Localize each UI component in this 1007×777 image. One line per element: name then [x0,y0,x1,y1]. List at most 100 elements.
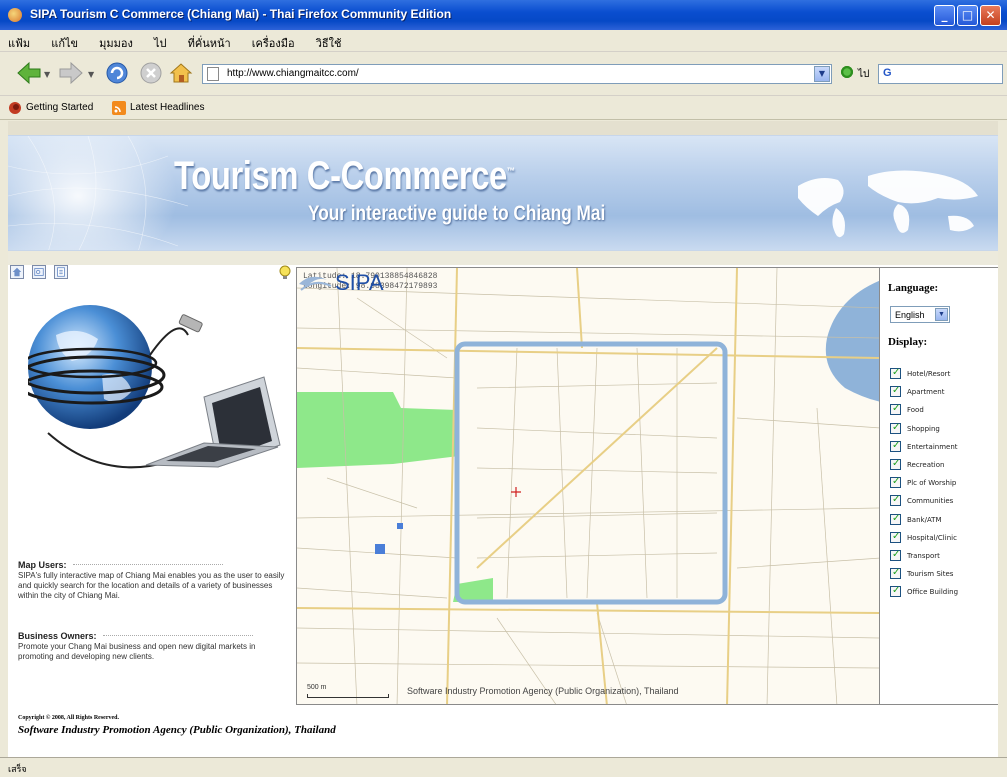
svg-text:SIPA: SIPA [335,270,384,295]
map-copyright: Software Industry Promotion Agency (Publ… [407,686,679,696]
category-label: Apartment [907,388,945,397]
category-label: Entertainment [907,442,958,451]
category-checkbox[interactable] [890,476,901,489]
category-label: Plc of Worship [907,479,957,488]
home-tool-icon[interactable] [10,265,24,279]
language-label: Language: [888,282,939,294]
category-checkbox[interactable] [890,403,901,416]
menu-go[interactable]: ไป [146,30,175,52]
page-content: Tourism C-Commerce™ Your interactive gui… [8,121,1006,757]
display-label: Display: [888,336,928,348]
category-label: Food [907,406,924,415]
site-banner: Tourism C-Commerce™ Your interactive gui… [8,135,1006,251]
business-owners-text: Promote your Chang Mai business and open… [18,642,256,661]
stop-icon[interactable] [138,60,164,86]
title-bar: SIPA Tourism C Commerce (Chiang Mai) - T… [0,0,1007,30]
category-checkbox[interactable] [890,367,901,379]
category-checkbox[interactable] [890,385,901,398]
home-icon[interactable] [168,60,194,86]
category-checkbox[interactable] [890,458,901,470]
window-title: SIPA Tourism C Commerce (Chiang Mai) - T… [30,7,452,21]
bookmark-getting-started[interactable]: Getting Started [26,102,93,113]
city-moat [454,341,728,605]
language-value: English [895,310,925,320]
bookmarks-toolbar: Getting Started Latest Headlines [0,96,1007,120]
reload-icon[interactable] [104,60,130,86]
url-text[interactable]: http://www.chiangmaitcc.com/ [227,68,359,79]
close-button[interactable]: ✕ [980,5,1001,26]
back-arrow-icon[interactable] [16,60,42,86]
category-checkbox[interactable] [890,531,901,543]
category-label: Communities [907,497,954,506]
back-dropdown-icon[interactable]: ▼ [44,70,50,79]
category-checkbox[interactable] [890,513,901,525]
page-edge [998,121,1007,757]
menu-help[interactable]: วิธีใช้ [308,30,350,52]
category-label: Bank/ATM [907,515,942,524]
map-users-heading: Map Users: [18,560,223,570]
menu-view[interactable]: มุมมอง [91,30,141,52]
url-dropdown-icon[interactable]: ▼ [814,66,830,82]
language-select[interactable]: English ▼ [890,306,950,323]
business-owners-heading: Business Owners: [18,631,253,641]
menu-edit[interactable]: แก้ไข [43,30,86,52]
map-scale: 500 m [307,684,389,698]
river [825,280,879,402]
status-text: เสร็จ [8,764,27,774]
firefox-icon [8,8,22,22]
water-spot [397,523,403,529]
category-label: Transport [907,552,940,560]
menu-file[interactable]: แฟ้ม [0,30,38,52]
page-icon [207,67,219,81]
browser-window: SIPA Tourism C Commerce (Chiang Mai) - T… [0,0,1007,777]
rss-icon [112,101,126,115]
park-area [297,392,459,468]
firefox-bookmark-icon [9,102,21,114]
category-checkbox[interactable] [890,567,901,580]
world-map-graphic [798,170,978,238]
left-panel: Map Users: SIPA's fully interactive map … [8,265,296,705]
footer-org: Software Industry Promotion Agency (Publ… [18,724,336,736]
interactive-map[interactable]: Latitude: 18.790138854846828 Longitude: … [296,267,880,705]
menu-bar: แฟ้ม แก้ไข มุมมอง ไป ที่คั่นหน้า เครื่อง… [0,30,1007,52]
menu-bookmarks[interactable]: ที่คั่นหน้า [180,30,239,52]
category-checkbox[interactable] [890,549,901,561]
category-label: Recreation [907,461,945,469]
banner-bottom-strip [8,251,1006,265]
forward-dropdown-icon[interactable]: ▼ [88,70,94,79]
category-checkbox[interactable] [890,494,901,507]
map-users-text: SIPA's fully interactive map of Chiang M… [18,571,285,600]
bookmark-latest-headlines[interactable]: Latest Headlines [130,102,205,113]
map-center-marker [511,487,521,497]
category-label: Hotel/Resort [907,370,951,378]
category-label: Tourism Sites [907,570,954,579]
banner-subtitle: Your interactive guide to Chiang Mai [308,202,606,225]
category-checkbox[interactable] [890,422,901,434]
status-bar: เสร็จ [0,757,1007,777]
globe-laptop-illustration [28,305,281,469]
category-checkbox[interactable] [890,440,901,452]
sipa-logo: SIPA [299,270,384,295]
top-strip [8,121,1006,135]
search-input[interactable]: G [878,64,1003,84]
minimize-button[interactable]: _ [934,5,955,26]
document-tool-icon[interactable] [54,265,68,279]
right-panel: Language: English ▼ Display: Hotel/Resor… [880,267,1006,705]
url-bar[interactable]: http://www.chiangmaitcc.com/ ▼ [202,64,832,84]
footer-copyright: Copyright © 2008, All Rights Reserved. [18,715,119,721]
category-label: Hospital/Clinic [907,533,957,542]
category-label: Office Building [907,588,959,597]
menu-tools[interactable]: เครื่องมือ [244,30,303,52]
map-canvas[interactable] [297,268,880,705]
forward-arrow-icon[interactable] [58,60,84,86]
help-lightbulb-icon[interactable] [278,265,292,280]
category-checkbox[interactable] [890,585,901,598]
major-roads [297,268,879,704]
search-tool-icon[interactable] [32,265,46,279]
maximize-button[interactable]: □ [957,5,978,26]
go-icon[interactable] [840,65,854,79]
google-search-icon: G [883,67,892,79]
go-button-label[interactable]: ไป [858,67,869,82]
scale-label: 500 m [307,684,327,691]
chevron-down-icon[interactable]: ▼ [935,308,948,321]
